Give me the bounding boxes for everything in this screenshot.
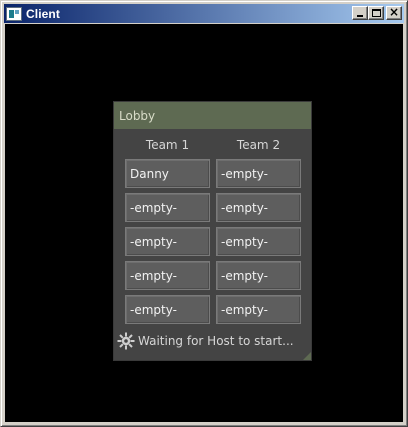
minimize-icon [357,15,363,17]
team-slots-grid: Danny -empty- -empty- -empty- -empty- -e… [125,159,301,324]
team-1-header: Team 1 [145,138,190,152]
client-window: Client × Lobby Team 1 Team 2 Danny -empt… [0,0,408,427]
spinner-gear-icon [117,332,135,350]
title-bar[interactable]: Client × [4,4,404,23]
lobby-title: Lobby [119,108,156,123]
lobby-header[interactable]: Lobby [114,102,311,129]
lobby-panel: Lobby Team 1 Team 2 Danny -empty- -empty… [113,101,312,361]
close-button[interactable]: × [386,5,402,20]
team-1-slot-3[interactable]: -empty- [125,227,210,256]
team-2-header: Team 2 [236,138,281,152]
team-2-slot-3[interactable]: -empty- [216,227,301,256]
resize-grip[interactable] [303,352,311,360]
title-buttons: × [352,5,402,20]
team-2-slot-5[interactable]: -empty- [216,295,301,324]
minimize-button[interactable] [352,6,368,20]
team-1-slot-2[interactable]: -empty- [125,193,210,222]
team-headers: Team 1 Team 2 [114,129,311,153]
window-title: Client [26,6,60,21]
close-icon: × [388,5,400,19]
team-2-slot-4[interactable]: -empty- [216,261,301,290]
client-area: Lobby Team 1 Team 2 Danny -empty- -empty… [5,24,403,422]
team-1-slot-1[interactable]: Danny [125,159,210,188]
maximize-icon [372,9,381,17]
team-2-slot-1[interactable]: -empty- [216,159,301,188]
status-text: Waiting for Host to start... [138,334,294,348]
team-2-slot-2[interactable]: -empty- [216,193,301,222]
app-icon[interactable] [6,6,22,21]
team-1-slot-5[interactable]: -empty- [125,295,210,324]
team-1-slot-4[interactable]: -empty- [125,261,210,290]
status-bar: Waiting for Host to start... [117,332,294,350]
maximize-button[interactable] [368,6,384,20]
